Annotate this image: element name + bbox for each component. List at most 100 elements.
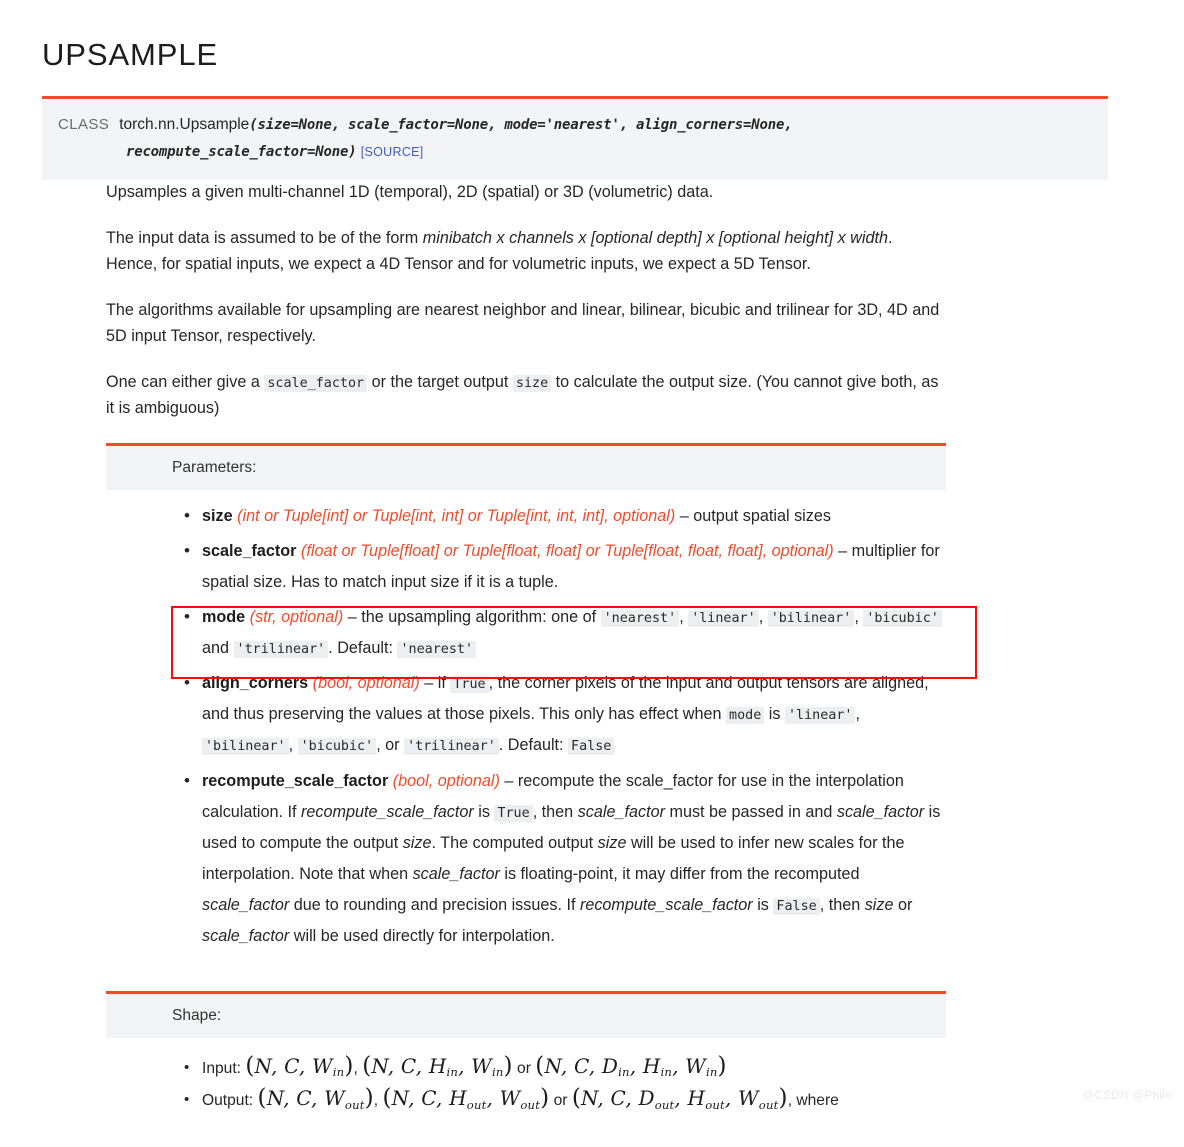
shape-output-math-1: (N, C, Wout) [257,1085,374,1112]
paragraph-scale-a: One can either give a [106,373,265,392]
inline-code-align-bicubic: 'bicubic' [297,738,377,756]
parameter-name-recompute-scale-factor: recompute_scale_factor [202,771,389,790]
parameters-section: Parameters: size (int or Tuple[int] or T… [106,442,946,953]
parameter-type-align-corners-text: bool, optional [318,674,415,693]
inline-code-rsf-true: True [494,804,533,822]
inline-code-align-trilinear: 'trilinear' [404,738,499,756]
shape-output-math-2: (N, C, Hout, Wout) [382,1085,550,1112]
paragraph-input-form: The input data is assumed to be of the f… [106,226,946,277]
open-paren: ( [249,117,258,134]
parameter-type-mode: (str, optional) [249,607,344,626]
inline-code-align-mode: mode [726,707,765,725]
class-keyword-label: CLASS [58,116,110,134]
paragraph-algorithms: The algorithms available for upsampling … [106,301,940,345]
parameter-type-align-corners: (bool, optional) [312,674,420,693]
description-section: Upsamples a given multi-channel 1D (temp… [106,180,946,422]
em-scale-factor-2: scale_factor [836,802,925,821]
inline-code-mode-bilinear: 'bilinear' [767,609,855,627]
shape-output-or: or [553,1092,568,1110]
parameter-desc-align-c: is [764,705,785,724]
parameter-item-align-corners: align_corners (bool, optional) – if True… [184,667,946,761]
parameter-desc-mode-a: – the upsampling algorithm: one of [343,607,601,626]
parameter-type-scale-factor: (float or Tuple[float] or Tuple[float, f… [301,541,834,560]
documentation-page: UPSAMPLE CLASS torch.nn.Upsample(size=Non… [0,36,1184,1112]
parameter-desc-rsf-c: , then [532,802,578,821]
em-scale-factor-4: scale_factor [202,895,290,914]
parameter-type-recompute: (bool, optional) [392,771,500,790]
paragraph-scale-or-size: One can either give a scale_factor or th… [106,370,946,421]
qualified-name: torch.nn.Upsample [119,116,250,134]
parameter-desc-mode-and: and [202,639,234,658]
parameter-desc-size: – output spatial sizes [675,506,831,525]
signature-box: CLASS torch.nn.Upsample(size=None, scale_… [42,99,1108,180]
parameter-type-scale-factor-text: float or Tuple[float] or Tuple[float, fl… [306,541,829,560]
parameter-name-align-corners: align_corners [202,674,309,693]
parameters-list: size (int or Tuple[int] or Tuple[int, in… [106,500,946,953]
signature-params-line-1: size=None, scale_factor=None, mode='near… [257,117,793,134]
parameter-name-scale-factor: scale_factor [202,541,297,560]
parameter-desc-rsf-h: is floating-point, it may differ from th… [499,864,860,883]
paragraph-input-form-a: The input data is assumed to be of the f… [106,229,423,248]
parameter-type-size-text: int or Tuple[int] or Tuple[int, int] or … [242,506,670,525]
paragraph-input-form-formula: minibatch x channels x [optional depth] … [422,229,888,248]
parameters-heading: Parameters: [106,445,946,490]
shape-heading: Shape: [106,994,946,1039]
parameters-body: size (int or Tuple[int] or Tuple[int, in… [106,490,946,953]
em-scale-factor-1: scale_factor [577,802,665,821]
inline-code-mode-nearest: 'nearest' [600,609,680,627]
parameter-type-size: (int or Tuple[int] or Tuple[int, int] or… [237,506,676,525]
shape-output-suffix: , where [787,1092,839,1110]
em-recompute-scale-factor-2: recompute_scale_factor [579,895,753,914]
em-scale-factor-3: scale_factor [412,864,500,883]
parameter-item-scale-factor: scale_factor (float or Tuple[float] or T… [184,535,946,598]
parameter-item-recompute-scale-factor: recompute_scale_factor (bool, optional) … [184,765,946,953]
parameter-type-mode-text: str, optional [255,607,338,626]
em-recompute-scale-factor-1: recompute_scale_factor [300,802,474,821]
parameter-desc-mode-b: . Default: [328,639,398,658]
shape-section: Shape: Input: (N, C, Win), (N, C, Hin, W… [106,991,946,1112]
inline-code-mode-bicubic: 'bicubic' [863,609,942,627]
paragraph-overview: Upsamples a given multi-channel 1D (temp… [106,182,714,201]
watermark: @CSDN @Philo [1082,1090,1172,1103]
inline-code-size: size [512,375,552,393]
parameter-desc-rsf-b: is [473,802,495,821]
shape-item-output: Output: (N, C, Wout), (N, C, Hout, Wout)… [184,1085,946,1112]
page-title: UPSAMPLE [42,37,219,72]
shape-input-math-3: (N, C, Din, Hin, Win) [535,1053,727,1080]
inline-code-align-true: True [450,676,489,694]
parameter-item-size: size (int or Tuple[int] or Tuple[int, in… [184,500,946,533]
em-scale-factor-5: scale_factor [202,927,290,946]
em-size-3: size [864,895,894,914]
class-signature-block: CLASS torch.nn.Upsample(size=None, scale_… [42,96,1108,180]
source-link[interactable]: [SOURCE] [361,145,424,159]
inline-code-scale-factor: scale_factor [264,375,368,393]
parameter-desc-rsf-l: or [893,895,913,914]
shape-list: Input: (N, C, Win), (N, C, Hin, Win) or … [106,1053,946,1112]
parameter-desc-align-or: , or [376,736,405,755]
shape-input-or: or [517,1060,531,1078]
inline-code-align-false: False [568,738,615,756]
signature-params-line-2: recompute_scale_factor=None [126,143,349,160]
shape-output-label: Output: [202,1092,254,1110]
inline-code-mode-linear: 'linear' [688,609,759,627]
parameter-desc-rsf-d: must be passed in and [664,802,837,821]
close-paren: ) [348,143,357,160]
parameter-desc-rsf-j: is [752,895,774,914]
signature-line-1: CLASS torch.nn.Upsample(size=None, scale_… [58,112,1092,139]
em-size-1: size [402,833,432,852]
parameter-name-mode: mode [202,607,246,626]
parameter-item-mode: mode (str, optional) – the upsampling al… [184,601,946,664]
parameter-desc-align-a: – if [419,674,451,693]
parameter-name-size: size [202,506,233,525]
inline-code-align-linear: 'linear' [784,707,856,725]
inline-code-align-bilinear: 'bilinear' [202,738,289,756]
shape-input-math-1: (N, C, Win) [245,1053,354,1080]
shape-output-math-3: (N, C, Dout, Hout, Wout) [571,1085,788,1112]
parameter-desc-rsf-i: due to rounding and precision issues. If [289,895,580,914]
inline-code-mode-trilinear: 'trilinear' [233,641,329,659]
parameter-desc-rsf-k: , then [819,895,865,914]
paragraph-scale-b: or the target output [367,373,513,392]
em-size-2: size [597,833,627,852]
shape-body: Input: (N, C, Win), (N, C, Hin, Win) or … [106,1038,946,1112]
shape-input-math-2: (N, C, Hin, Win) [362,1053,513,1080]
